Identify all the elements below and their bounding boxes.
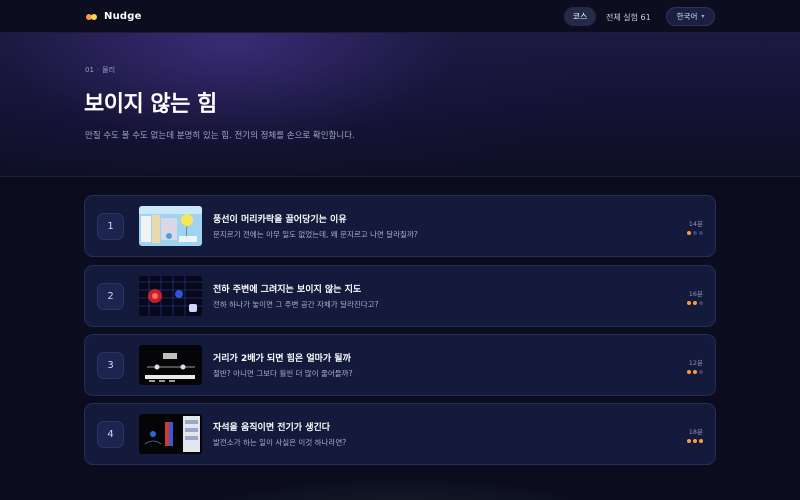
lesson-subtitle: 절반? 아니면 그보다 훨씬 더 많이 줄어들까? — [213, 369, 353, 378]
difficulty-dot — [687, 439, 691, 443]
breadcrumb-number: 01 — [85, 66, 94, 74]
language-label: 한국어 — [676, 12, 698, 21]
chevron-down-icon: ▾ — [701, 13, 705, 20]
difficulty-dot — [693, 231, 697, 235]
lesson-duration: 16분 — [688, 290, 703, 298]
language-select[interactable]: 한국어 ▾ — [666, 7, 715, 26]
difficulty-indicator — [687, 301, 703, 305]
lesson-title: 거리가 2배가 되면 힘은 얼마가 될까 — [213, 354, 351, 364]
hero-section: 01 · 물리 보이지 않는 힘 만질 수도 볼 수도 없는데 분명히 있는 힘. … — [0, 33, 800, 177]
difficulty-indicator — [687, 439, 703, 443]
lesson-number: 4 — [97, 421, 124, 448]
lesson-card[interactable]: 3 거리가 2배가 되면 힘은 얼마가 될까 절반? 아니면 그보다 훨씬 더 … — [84, 334, 716, 396]
lesson-card[interactable]: 4 자석을 움직이면 전기가 생긴다 발전소가 하는 일이 사실은 이것 하나라… — [84, 403, 716, 465]
lesson-title: 자석을 움직이면 전기가 생긴다 — [213, 423, 331, 433]
difficulty-dot — [699, 231, 703, 235]
lesson-card[interactable]: 1 풍선이 머리카락을 끌어당기는 이유 문지르기 전에는 아무 일도 없었는데… — [84, 195, 716, 257]
top-bar: Nudge 코스 전체 실험 61 한국어 ▾ — [0, 0, 800, 33]
nav-course-button[interactable]: 코스 — [564, 7, 596, 26]
logo-icon — [86, 13, 98, 20]
lesson-duration: 12분 — [688, 359, 703, 367]
lesson-duration: 18분 — [688, 428, 703, 436]
lesson-number: 2 — [97, 283, 124, 310]
difficulty-dot — [693, 370, 697, 374]
bottom-glow — [0, 470, 800, 500]
difficulty-dot — [699, 301, 703, 305]
difficulty-indicator — [687, 370, 703, 374]
lesson-thumbnail — [139, 206, 202, 246]
logo-text: Nudge — [104, 11, 142, 22]
lesson-subtitle: 발전소가 하는 일이 사실은 이것 하나라면? — [213, 438, 347, 447]
difficulty-dot — [693, 439, 697, 443]
lesson-duration: 14분 — [688, 220, 703, 228]
nav-all-experiments-link[interactable]: 전체 실험 61 — [606, 12, 651, 23]
breadcrumb: 01 · 물리 — [85, 65, 115, 75]
lesson-number: 1 — [97, 213, 124, 240]
breadcrumb-separator: · — [96, 66, 100, 74]
lesson-thumbnail — [139, 414, 202, 454]
lesson-subtitle: 문지르기 전에는 아무 일도 없었는데, 왜 문지르고 나면 달라질까? — [213, 230, 418, 239]
lesson-thumbnail — [139, 345, 202, 385]
difficulty-dot — [687, 301, 691, 305]
difficulty-dot — [687, 231, 691, 235]
breadcrumb-subject[interactable]: 물리 — [102, 66, 115, 74]
lesson-title: 전하 주변에 그려지는 보이지 않는 지도 — [213, 285, 362, 295]
lesson-thumbnail — [139, 276, 202, 316]
lesson-number: 3 — [97, 352, 124, 379]
difficulty-indicator — [687, 231, 703, 235]
difficulty-dot — [699, 439, 703, 443]
difficulty-dot — [687, 370, 691, 374]
lesson-title: 풍선이 머리카락을 끌어당기는 이유 — [213, 215, 347, 225]
lesson-card[interactable]: 2 전하 주변에 그려지는 보이지 않는 지도 전하 하나가 놓이면 그 주변 … — [84, 265, 716, 327]
difficulty-dot — [693, 301, 697, 305]
lesson-subtitle: 전하 하나가 놓이면 그 주변 공간 자체가 달라진다고? — [213, 300, 379, 309]
difficulty-dot — [699, 370, 703, 374]
page-description: 만질 수도 볼 수도 없는데 분명히 있는 힘. 전기의 정체를 손으로 확인합… — [85, 131, 355, 141]
logo[interactable]: Nudge — [86, 9, 142, 24]
page-title: 보이지 않는 힘 — [84, 92, 217, 117]
